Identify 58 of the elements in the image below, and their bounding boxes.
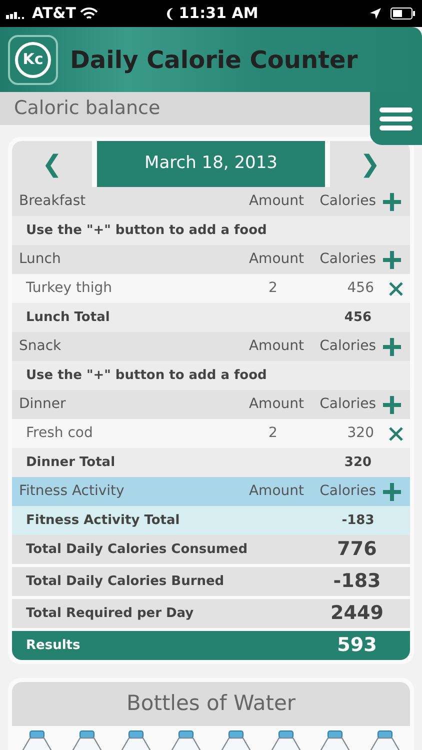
results-label: Results	[26, 636, 82, 655]
summary-value: 776	[336, 537, 378, 562]
column-heading: Amount	[248, 192, 304, 211]
previous-day-button[interactable]: ❮	[12, 141, 92, 187]
calories-value: 456	[346, 279, 375, 298]
menu-icon	[379, 106, 413, 130]
section-label: Fitness Activity	[19, 482, 126, 501]
column-heading: Amount	[248, 250, 304, 269]
column-heading: Calories	[318, 337, 377, 356]
date-label: March 18, 2013	[97, 141, 325, 187]
total-label: Fitness Activity Total	[26, 512, 181, 530]
water-title: Bottles of Water	[126, 690, 296, 718]
hint-text: Use the "+" button to add a food	[26, 366, 267, 385]
section-label: Lunch	[19, 250, 62, 269]
summary-label: Total Required per Day	[26, 604, 195, 623]
delete-icon[interactable]	[388, 426, 404, 442]
add-icon[interactable]	[382, 250, 402, 270]
menu-button[interactable]	[370, 92, 422, 145]
section-label: Breakfast	[19, 192, 87, 211]
section-title: Caloric balance	[14, 96, 160, 122]
summary-label: Total Daily Calories Burned	[26, 572, 226, 591]
results-value: 593	[336, 633, 378, 658]
add-icon[interactable]	[382, 394, 402, 414]
wifi-icon	[80, 7, 98, 20]
section-label: Snack	[19, 337, 62, 356]
total-value: -183	[340, 512, 376, 530]
column-heading: Calories	[318, 482, 377, 501]
summary-label: Total Daily Calories Consumed	[26, 540, 249, 559]
add-icon[interactable]	[382, 192, 402, 212]
carrier-name: AT&T	[32, 3, 76, 24]
calories-value: 320	[346, 424, 375, 443]
hint-text: Use the "+" button to add a food	[26, 222, 267, 240]
clock-time: 11:31 AM	[178, 3, 258, 24]
total-value: 456	[343, 308, 373, 327]
column-heading: Amount	[248, 482, 304, 501]
summary-value: 2449	[330, 601, 384, 626]
total-label: Lunch Total	[26, 308, 111, 327]
column-heading: Calories	[318, 395, 377, 414]
amount-value: 2	[268, 279, 278, 298]
add-icon[interactable]	[382, 336, 402, 356]
column-heading: Calories	[318, 192, 377, 211]
column-heading: Calories	[318, 250, 377, 269]
app-title: Daily Calorie Counter	[70, 44, 358, 76]
amount-value: 2	[268, 424, 278, 443]
delete-icon[interactable]	[388, 280, 404, 296]
food-name: Turkey thigh	[26, 279, 114, 298]
food-name: Fresh cod	[26, 424, 94, 443]
add-icon[interactable]	[382, 482, 402, 502]
logo-text: Kc	[15, 42, 51, 78]
column-heading: Amount	[248, 395, 304, 414]
summary-value: -183	[332, 569, 382, 594]
total-value: 320	[343, 454, 373, 472]
next-day-button[interactable]: ❯	[330, 141, 410, 187]
section-label: Dinner	[19, 395, 67, 414]
battery-icon	[390, 7, 416, 20]
location-icon	[369, 7, 382, 20]
total-label: Dinner Total	[26, 454, 116, 472]
column-heading: Amount	[248, 337, 304, 356]
